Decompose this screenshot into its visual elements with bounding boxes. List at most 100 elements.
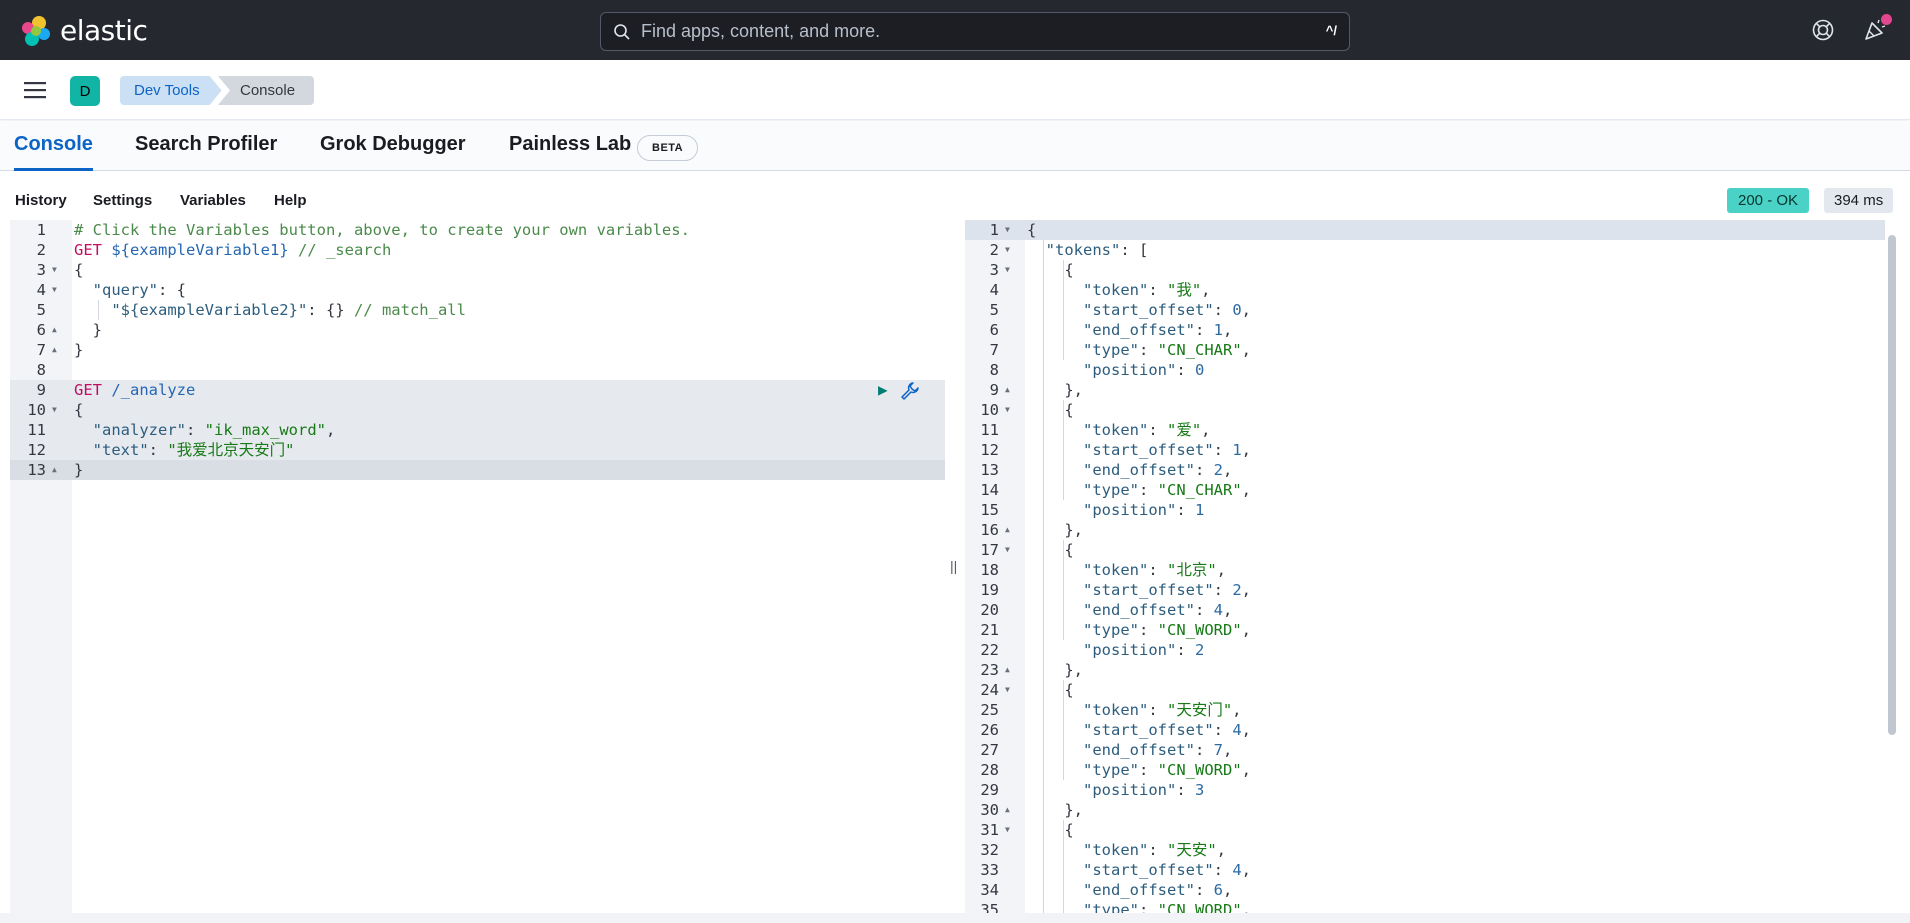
space-avatar[interactable]: D bbox=[70, 76, 100, 106]
wrench-icon[interactable] bbox=[900, 381, 920, 401]
code-line[interactable]: 2 ▼ "tokens": [ bbox=[965, 240, 1900, 260]
code-token: } bbox=[74, 321, 102, 339]
fold-toggle-icon[interactable]: ▼ bbox=[1005, 260, 1010, 280]
code-line[interactable]: 20 "end_offset": 4, bbox=[965, 600, 1900, 620]
code-line[interactable]: 4 "token": "我", bbox=[965, 280, 1900, 300]
code-line[interactable]: 12 "text": "我爱北京天安门" bbox=[10, 440, 945, 460]
fold-toggle-icon[interactable]: ▲ bbox=[1005, 660, 1010, 680]
code-line[interactable]: 8 "position": 0 bbox=[965, 360, 1900, 380]
code-line[interactable]: 33 "start_offset": 4, bbox=[965, 860, 1900, 880]
code-line[interactable]: 3 ▼ { bbox=[965, 260, 1900, 280]
code-line[interactable]: 25 "token": "天安门", bbox=[965, 700, 1900, 720]
code-line[interactable]: 6 ▲ } bbox=[10, 320, 945, 340]
code-token: : {} bbox=[307, 301, 354, 319]
hamburger-menu-icon[interactable] bbox=[24, 81, 46, 99]
code-line[interactable]: 1 ▼ { bbox=[965, 220, 1900, 240]
code-line[interactable]: 16 ▲ }, bbox=[965, 520, 1900, 540]
code-token: { bbox=[1027, 221, 1037, 239]
resize-handle[interactable]: || bbox=[950, 558, 957, 574]
code-line[interactable]: 6 "end_offset": 1, bbox=[965, 320, 1900, 340]
fold-toggle-icon[interactable]: ▼ bbox=[1005, 820, 1010, 840]
code-line[interactable]: 1 # Click the Variables button, above, to… bbox=[10, 220, 945, 240]
fold-toggle-icon[interactable]: ▲ bbox=[1005, 520, 1010, 540]
code-line[interactable]: 27 "end_offset": 7, bbox=[965, 740, 1900, 760]
code-line[interactable]: 9 ▲ }, bbox=[965, 380, 1900, 400]
code-line[interactable]: 29 "position": 3 bbox=[965, 780, 1900, 800]
global-search[interactable]: ^/ bbox=[600, 12, 1350, 51]
variables-link[interactable]: Variables bbox=[180, 192, 246, 209]
fold-toggle-icon[interactable]: ▼ bbox=[52, 400, 57, 420]
fold-toggle-icon[interactable]: ▼ bbox=[52, 260, 57, 280]
code-token: : bbox=[1194, 461, 1214, 479]
code-line[interactable]: 14 "type": "CN_CHAR", bbox=[965, 480, 1900, 500]
code-line[interactable]: 2 GET ${exampleVariable1} // _search bbox=[10, 240, 945, 260]
code-line[interactable]: 4 ▼ "query": { bbox=[10, 280, 945, 300]
tab-grok-debugger[interactable]: Grok Debugger bbox=[320, 133, 466, 171]
code-line[interactable]: 17 ▼ { bbox=[965, 540, 1900, 560]
search-input[interactable] bbox=[641, 13, 1241, 50]
fold-toggle-icon[interactable]: ▼ bbox=[1005, 680, 1010, 700]
code-line[interactable]: 13 ▲} bbox=[10, 460, 945, 480]
fold-toggle-icon[interactable]: ▼ bbox=[52, 280, 57, 300]
code-line[interactable]: 18 "token": "北京", bbox=[965, 560, 1900, 580]
fold-toggle-icon[interactable]: ▲ bbox=[1005, 800, 1010, 820]
code-line[interactable]: 5 "start_offset": 0, bbox=[965, 300, 1900, 320]
fold-toggle-icon[interactable]: ▲ bbox=[52, 320, 57, 340]
code-line[interactable]: 3 ▼ { bbox=[10, 260, 945, 280]
code-line[interactable]: 7 "type": "CN_CHAR", bbox=[965, 340, 1900, 360]
code-line[interactable]: 24 ▼ { bbox=[965, 680, 1900, 700]
code-line[interactable]: 11 "token": "爱", bbox=[965, 420, 1900, 440]
settings-link[interactable]: Settings bbox=[93, 192, 152, 209]
code-token: { bbox=[1027, 681, 1074, 699]
tab-console[interactable]: Console bbox=[14, 133, 93, 171]
history-link[interactable]: History bbox=[15, 192, 67, 209]
tab-search-profiler[interactable]: Search Profiler bbox=[135, 133, 277, 171]
code-line[interactable]: 9 GET /_analyze bbox=[10, 380, 945, 400]
fold-toggle-icon[interactable]: ▼ bbox=[1005, 540, 1010, 560]
help-link[interactable]: Help bbox=[274, 192, 307, 209]
code-line[interactable]: 12 "start_offset": 1, bbox=[965, 440, 1900, 460]
fold-toggle-icon[interactable]: ▼ bbox=[1005, 220, 1010, 240]
code-token: "position" bbox=[1083, 641, 1177, 659]
response-editor[interactable]: 1 ▼ {2 ▼ "tokens": [3 ▼ {4 "token": "我", 5 "s… bbox=[965, 220, 1900, 913]
elastic-logo[interactable]: elastic bbox=[20, 14, 148, 47]
code-text: "start_offset": 4, bbox=[1027, 860, 1251, 880]
devtools-tabs: Console Search Profiler Grok Debugger Pa… bbox=[0, 121, 1910, 171]
code-line[interactable]: 13 "end_offset": 2, bbox=[965, 460, 1900, 480]
code-line[interactable]: 8 bbox=[10, 360, 945, 380]
code-token: 1 bbox=[1195, 501, 1205, 519]
code-line[interactable]: 28 "type": "CN_WORD", bbox=[965, 760, 1900, 780]
code-line[interactable]: 7 ▲} bbox=[10, 340, 945, 360]
help-icon[interactable] bbox=[1811, 18, 1835, 42]
code-line[interactable]: 21 "type": "CN_WORD", bbox=[965, 620, 1900, 640]
code-line[interactable]: 26 "start_offset": 4, bbox=[965, 720, 1900, 740]
fold-toggle-icon[interactable]: ▼ bbox=[1005, 400, 1010, 420]
code-token: "position" bbox=[1083, 781, 1177, 799]
code-line[interactable]: 35 "type": "CN_WORD", bbox=[965, 900, 1900, 913]
code-text: { bbox=[1027, 220, 1036, 240]
code-line[interactable]: 5 "${exampleVariable2}": {} // match_all bbox=[10, 300, 945, 320]
code-line[interactable]: 10 ▼ { bbox=[10, 400, 945, 420]
play-icon[interactable]: ▶ bbox=[878, 380, 888, 399]
code-line[interactable]: 11 "analyzer": "ik_max_word", bbox=[10, 420, 945, 440]
code-line[interactable]: 31 ▼ { bbox=[965, 820, 1900, 840]
code-line[interactable]: 15 "position": 1 bbox=[965, 500, 1900, 520]
code-line[interactable]: 34 "end_offset": 6, bbox=[965, 880, 1900, 900]
code-line[interactable]: 23 ▲ }, bbox=[965, 660, 1900, 680]
fold-toggle-icon[interactable]: ▲ bbox=[52, 340, 57, 360]
tab-painless-lab[interactable]: Painless Lab bbox=[509, 133, 631, 171]
response-scrollbar[interactable] bbox=[1888, 235, 1896, 735]
code-line[interactable]: 32 "token": "天安", bbox=[965, 840, 1900, 860]
code-line[interactable]: 30 ▲ }, bbox=[965, 800, 1900, 820]
code-line[interactable]: 22 "position": 2 bbox=[965, 640, 1900, 660]
breadcrumb-dev-tools[interactable]: Dev Tools bbox=[120, 76, 222, 105]
code-token: 0 bbox=[1232, 301, 1242, 319]
fold-toggle-icon[interactable]: ▲ bbox=[1005, 380, 1010, 400]
line-number: 31 bbox=[980, 821, 999, 839]
code-line[interactable]: 10 ▼ { bbox=[965, 400, 1900, 420]
fold-toggle-icon[interactable]: ▲ bbox=[52, 460, 57, 480]
code-line[interactable]: 19 "start_offset": 2, bbox=[965, 580, 1900, 600]
fold-toggle-icon[interactable]: ▼ bbox=[1005, 240, 1010, 260]
request-editor[interactable]: 1 # Click the Variables button, above, to… bbox=[10, 220, 945, 913]
